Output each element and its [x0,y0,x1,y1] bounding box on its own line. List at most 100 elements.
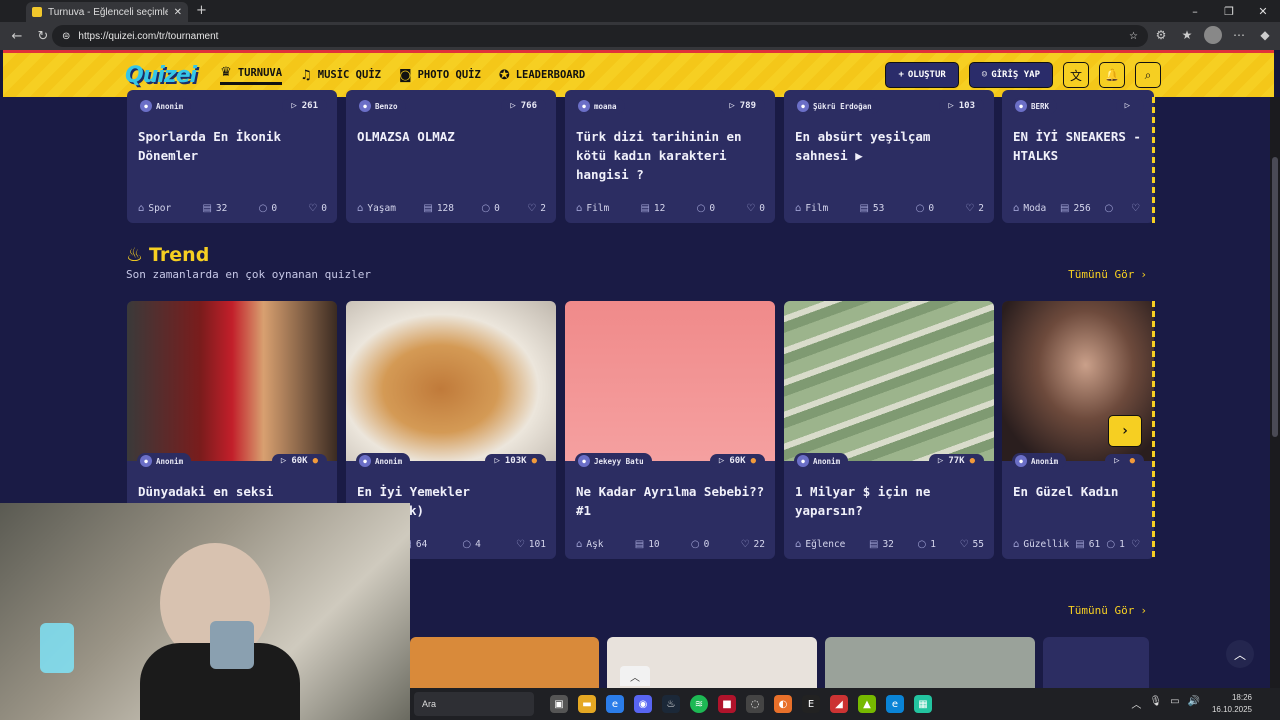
profile-avatar[interactable] [1204,26,1222,44]
nav-music-quiz[interactable]: ♫ MUSİC QUİZ [300,65,381,85]
close-tab-icon[interactable]: ✕ [174,7,182,18]
author-chip[interactable]: ● BERK [1012,98,1058,114]
spotify-icon[interactable]: ≋ [690,695,708,713]
quiz-title[interactable]: 1 Milyar $ için ne yaparsın? [795,482,984,520]
nav-photo-quiz[interactable]: ◙ PHOTO QUİZ [399,65,481,85]
site-logo[interactable]: Quizei [125,63,197,88]
volume-icon[interactable]: 🔊 [1188,696,1200,711]
see-all-link-next[interactable]: Tümünü Gör › [1068,604,1147,617]
author-chip[interactable]: ● Şükrü Erdoğan [794,98,880,114]
app-red2-icon[interactable]: ◢ [830,695,848,713]
reload-icon[interactable]: ↻ [34,27,52,45]
more-menu-icon[interactable]: ⋯ [1230,26,1248,44]
quiz-title[interactable]: Ne Kadar Ayrılma Sebebi?? #1 [576,482,765,520]
page-scrollbar[interactable] [1270,97,1280,720]
file-explorer-icon[interactable]: ▬ [578,695,596,713]
like-count[interactable]: ♡ [1131,203,1144,214]
quiz-title[interactable]: En absürt yeşilçam sahnesi ▶ [795,127,984,165]
quiz-title[interactable]: EN İYİ SNEAKERS - HTALKS [1013,127,1144,165]
comment-count[interactable]: ○ 0 [691,539,709,550]
category[interactable]: ⌂ Film [576,203,609,214]
notifications-bell-icon[interactable]: 🔔 [1099,62,1125,88]
carousel-next-button[interactable]: › [1108,415,1142,447]
comment-count[interactable]: ○ 0 [481,203,499,214]
category[interactable]: ⌂ Eğlence [795,539,845,550]
chevron-up-icon[interactable]: ︿ [620,666,650,686]
like-count[interactable]: ♡ 2 [527,203,546,214]
quiz-card[interactable]: ● BERK ▷ EN İYİ SNEAKERS - HTALKS ⌂ Moda ▤… [1002,90,1154,223]
app-red-icon[interactable]: ■ [718,695,736,713]
search-icon[interactable]: ⌕ [1135,62,1161,88]
see-all-link-trend[interactable]: Tümünü Gör › [1068,268,1147,281]
discord-icon[interactable]: ◉ [634,695,652,713]
comment-count[interactable]: ○ [1104,203,1117,214]
quiz-title[interactable]: Sporlarda En İkonik Dönemler [138,127,327,165]
like-count[interactable]: ♡ 0 [308,203,327,214]
like-count[interactable]: ♡ [1131,539,1144,550]
comment-count[interactable]: ○ 0 [259,203,277,214]
quiz-title[interactable]: OLMAZSA OLMAZ [357,127,546,146]
copilot-icon[interactable]: ◆ [1256,26,1274,44]
comment-count[interactable]: ○ 4 [462,539,480,550]
like-count[interactable]: ♡ 0 [746,203,765,214]
new-tab-icon[interactable]: + [196,3,207,18]
nav-tournament[interactable]: ♛ TURNUVA [220,65,283,85]
site-info-icon[interactable]: ⊜ [62,31,70,42]
microphone-icon[interactable]: 🎙 [1149,696,1162,711]
comment-count[interactable]: ○ 0 [916,203,934,214]
quiz-card[interactable]: ● Şükrü Erdoğan ▷ 103 En absürt yeşilçam s… [784,90,994,223]
comment-count[interactable]: ○ 0 [697,203,715,214]
category[interactable]: ⌂ Yaşam [357,203,396,214]
network-icon[interactable]: ▭ [1170,696,1179,711]
taskbar-clock[interactable]: 18:26 16.10.2025 [1212,692,1252,716]
author-chip[interactable]: ● Anonim [137,453,192,469]
category[interactable]: ⌂ Spor [138,203,171,214]
quiz-card[interactable]: ● Anonim ▷ 261 Sporlarda En İkonik Dönemle… [127,90,337,223]
nav-leaderboard[interactable]: ✪ LEADERBOARD [499,65,585,85]
quiz-title[interactable]: En Güzel Kadın [1013,482,1144,501]
quiz-title[interactable]: En İyi Yemekler [357,482,546,501]
category[interactable]: ⌂ Güzellik [1013,539,1069,550]
author-chip[interactable]: ● Anonim [137,98,192,114]
like-count[interactable]: ♡ 55 [960,539,984,550]
steam-icon[interactable]: ♨ [662,695,680,713]
like-count[interactable]: ♡ 2 [965,203,984,214]
edge-active-icon[interactable]: e [886,695,904,713]
category[interactable]: ⌂ Moda [1013,203,1046,214]
app-gray-icon[interactable]: ◌ [746,695,764,713]
author-chip[interactable]: ● Anonim [794,453,849,469]
quiz-card[interactable]: ● Jekeyy Batu ▷ 60K ● Ne Kadar Ayrılma Sebe… [565,301,775,559]
author-chip[interactable]: ● Anonim [1012,453,1067,469]
quiz-card[interactable]: ● Benzo ▷ 766 OLMAZSA OLMAZ ⌂ Yaşam ▤ 128 ○ 0… [346,90,556,223]
author-chip[interactable]: ● Anonim [356,453,411,469]
tray-chevron-icon[interactable]: ︿ [1131,696,1141,711]
quiz-card[interactable]: ● Anonim ▷ 77K ● 1 Milyar $ için ne yaparsı… [784,301,994,559]
category[interactable]: ⌂ Aşk [576,539,604,550]
quiz-title[interactable]: Türk dizi tarihinin en kötü kadın karakt… [576,127,765,184]
app-teal-icon[interactable]: ▦ [914,695,932,713]
author-chip[interactable]: ● Benzo [356,98,406,114]
comment-count[interactable]: ○ 1 [918,539,936,550]
bookmark-star-icon[interactable]: ☆ [1129,31,1138,42]
author-chip[interactable]: ● moana [575,98,625,114]
language-button[interactable]: 文 [1063,62,1089,88]
close-window-icon[interactable]: ✕ [1246,0,1280,22]
like-count[interactable]: ♡ 101 [516,539,546,550]
taskbar-search[interactable]: Ara [414,692,534,716]
login-button[interactable]: ☺ GİRİŞ YAP [968,62,1053,88]
category[interactable]: ⌂ Film [795,203,828,214]
comment-count[interactable]: ○ 1 [1106,539,1124,550]
like-count[interactable]: ♡ 22 [741,539,765,550]
favorites-icon[interactable]: ★ [1178,26,1196,44]
quiz-card[interactable]: ● moana ▷ 789 Türk dizi tarihinin en kötü … [565,90,775,223]
scroll-to-top-button[interactable]: ︿ [1226,640,1254,668]
create-button[interactable]: + OLUŞTUR [885,62,959,88]
quiz-title[interactable]: Dünyadaki en seksi [138,482,327,501]
epic-games-icon[interactable]: E [802,695,820,713]
back-icon[interactable]: ← [8,27,26,45]
maximize-icon[interactable]: ❐ [1212,0,1246,22]
address-bar[interactable]: ⊜ https://quizei.com/tr/tournament ☆ [52,25,1148,47]
extensions-icon[interactable]: ⚙ [1152,26,1170,44]
app-orange-icon[interactable]: ◐ [774,695,792,713]
minimize-icon[interactable]: – [1178,0,1212,22]
